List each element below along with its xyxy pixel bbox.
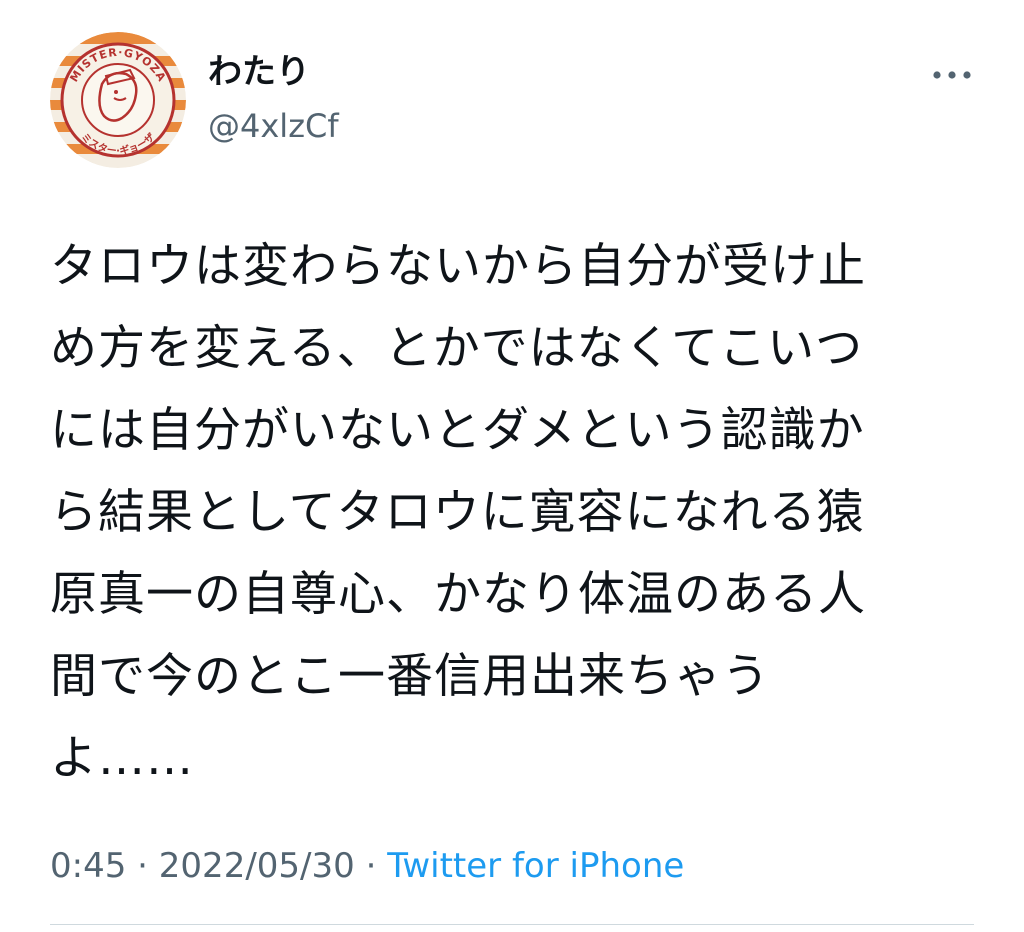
tweet-source-link[interactable]: Twitter for iPhone [387, 846, 684, 886]
tweet-text: タロウは変わらないから自分が受け止 め方を変える、とかではなくてこいつ には自分… [50, 226, 970, 800]
more-options-button[interactable] [928, 60, 976, 90]
tweet-date[interactable]: 2022/05/30 [159, 846, 355, 886]
tweet-text-line: タロウは変わらないから自分が受け止 [50, 239, 866, 294]
tweet-text-line: ら結果としてタロウに寛容になれる猿 [50, 485, 865, 540]
tweet-text-line: め方を変える、とかではなくてこいつ [50, 321, 864, 376]
tweet-text-line: 原真一の自尊心、かなり体温のある人 [50, 567, 866, 622]
tweet-meta: 0:45 · 2022/05/30 · Twitter for iPhone [50, 842, 684, 890]
meta-separator: · [354, 846, 388, 886]
more-horizontal-icon [933, 71, 971, 79]
avatar-image: MISTER·GYOZA ミスター·ギョーザ [50, 32, 186, 168]
tweet-text-line: よ…… [50, 731, 194, 786]
divider [50, 924, 974, 925]
tweet-time[interactable]: 0:45 [50, 846, 126, 886]
tweet-text-line: 間で今のとこ一番信用出来ちゃう [50, 649, 770, 704]
avatar[interactable]: MISTER·GYOZA ミスター·ギョーザ [50, 32, 186, 168]
user-handle[interactable]: @4xlzCf [208, 104, 339, 148]
meta-separator: · [126, 846, 159, 886]
tweet-text-line: には自分がいないとダメという認識か [50, 403, 865, 458]
display-name[interactable]: わたり [208, 50, 310, 94]
